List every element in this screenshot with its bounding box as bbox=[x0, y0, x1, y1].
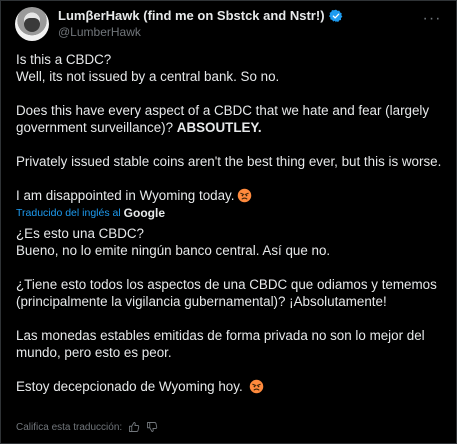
translation-p1-line1: ¿Es esto una CBDC? bbox=[16, 226, 145, 241]
tweet-content: Is this a CBDC? Well, its not issued by … bbox=[16, 51, 446, 395]
tweet-p4-text: I am disappointed in Wyoming today. bbox=[16, 188, 235, 203]
verified-badge-icon[interactable] bbox=[328, 9, 343, 23]
translation-paragraph-4: Estoy decepcionado de Wyoming hoy. bbox=[16, 378, 446, 395]
translation-paragraph-1: ¿Es esto una CBDC? Bueno, no lo emite ni… bbox=[16, 225, 446, 259]
tweet-paragraph-4: I am disappointed in Wyoming today. bbox=[16, 187, 446, 204]
thumbs-down-icon[interactable] bbox=[146, 421, 158, 433]
tweet-p1-line2: Well, its not issued by a central bank. … bbox=[16, 69, 280, 84]
author-handle[interactable]: @LumberHawk bbox=[58, 24, 343, 40]
translation-p4-text: Estoy decepcionado de Wyoming hoy. bbox=[16, 379, 247, 394]
translation-p1-line2: Bueno, no lo emite ningún banco central.… bbox=[16, 243, 331, 258]
angry-face-emoji bbox=[238, 188, 252, 203]
translation-paragraph-3: Las monedas estables emitidas de forma p… bbox=[16, 328, 425, 360]
translation-source-label: Traducido del inglés al bbox=[16, 206, 121, 219]
tweet-p1-line1: Is this a CBDC? bbox=[16, 52, 112, 67]
tweet-card: LumβerHawk (find me on Sbstck and Nstr!)… bbox=[0, 0, 457, 444]
google-logo: Google bbox=[123, 205, 166, 220]
author-display-name[interactable]: LumβerHawk (find me on Sbstck and Nstr!) bbox=[58, 8, 325, 24]
name-row: LumβerHawk (find me on Sbstck and Nstr!) bbox=[58, 8, 343, 24]
tweet-paragraph-1: Is this a CBDC? Well, its not issued by … bbox=[16, 51, 446, 85]
rate-translation-label: Califica esta traducción: bbox=[16, 421, 123, 433]
thumbs-up-icon[interactable] bbox=[128, 421, 140, 433]
translation-rating: Califica esta traducción: bbox=[16, 421, 158, 433]
angry-face-emoji bbox=[250, 379, 264, 394]
translation-paragraph-2: ¿Tiene esto todos los aspectos de una CB… bbox=[16, 277, 437, 309]
tweet-header: LumβerHawk (find me on Sbstck and Nstr!)… bbox=[15, 7, 446, 41]
tweet-paragraph-2: Does this have every aspect of a CBDC th… bbox=[16, 102, 446, 136]
author-names: LumβerHawk (find me on Sbstck and Nstr!)… bbox=[58, 8, 343, 40]
tweet-p2-bold: ABSOUTLEY. bbox=[176, 120, 262, 135]
more-options-button[interactable]: ··· bbox=[422, 10, 442, 27]
translation-attribution: Traducido del inglés al Google bbox=[16, 206, 446, 220]
avatar[interactable] bbox=[15, 7, 49, 41]
tweet-paragraph-3: Privately issued stable coins aren't the… bbox=[16, 154, 442, 169]
